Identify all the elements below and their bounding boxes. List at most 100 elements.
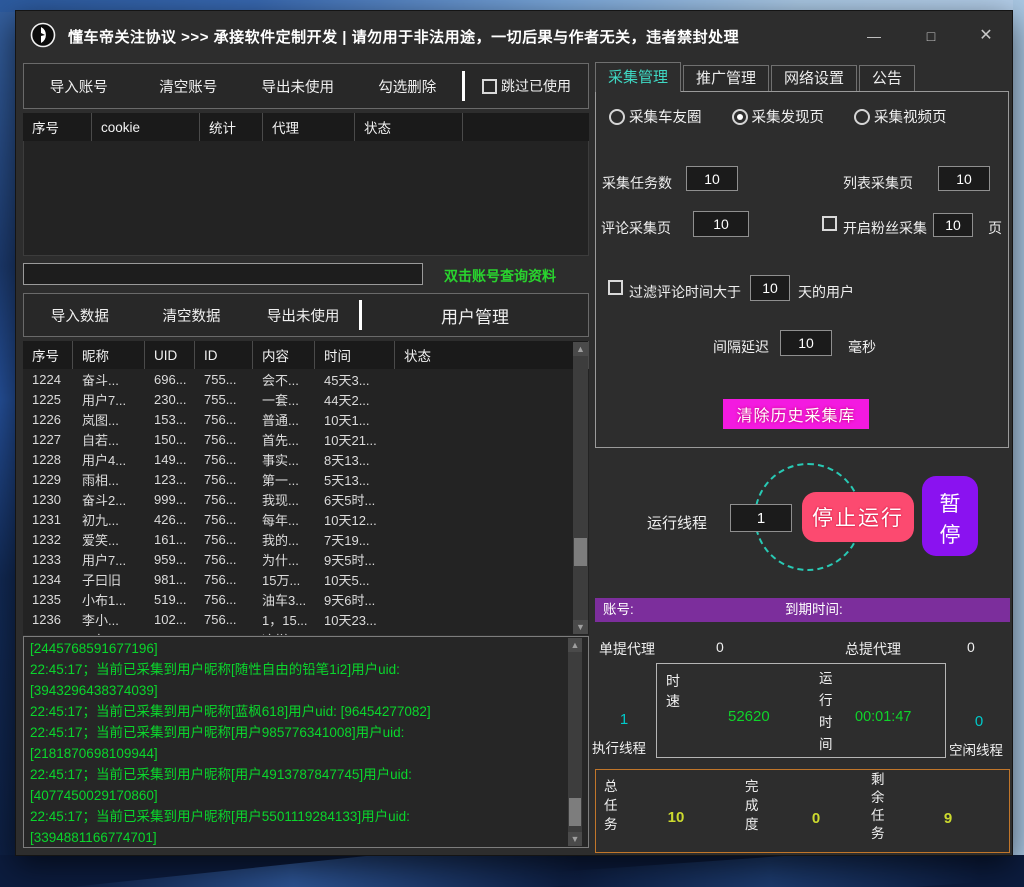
table-cell: 岚图...	[73, 410, 145, 429]
log-line: [3394881166774701]	[30, 827, 582, 848]
table-cell: 奋斗...	[73, 370, 145, 389]
maximize-button[interactable]: □	[918, 24, 944, 48]
delay-input[interactable]	[780, 330, 832, 356]
log-line: 22:45:17；当前已采集到用户昵称[用户5501119284133]用户ui…	[30, 806, 582, 827]
table-row[interactable]: 1227自若...150...756...首先...10天21...	[23, 429, 589, 449]
filter-time-checkbox[interactable]	[608, 280, 623, 295]
table-row[interactable]: 1228用户4...149...756...事实...8天13...	[23, 449, 589, 469]
table-row[interactable]: 1237五年614756这样10天10	[23, 629, 589, 635]
pause-button[interactable]: 暂停	[922, 476, 978, 556]
table-cell: 1227	[23, 432, 73, 447]
tab-1[interactable]: 推广管理	[683, 65, 769, 92]
close-button[interactable]: ✕	[973, 24, 999, 48]
table-row[interactable]: 1232爱笑...161...756...我的...7天19...	[23, 529, 589, 549]
table-cell: 1235	[23, 592, 73, 607]
radio-option-1[interactable]: 采集发现页	[732, 106, 825, 127]
table-row[interactable]: 1234子曰旧981...756...15万...10天5...	[23, 569, 589, 589]
table-row[interactable]: 1226岚图...153...756...普通...10天1...	[23, 409, 589, 429]
table-cell: 426...	[145, 512, 195, 527]
exec-threads-value: 1	[594, 711, 654, 728]
clear-history-button[interactable]: 清除历史采集库	[723, 399, 869, 429]
table-row[interactable]: 1224奋斗...696...755...会不...45天3...	[23, 369, 589, 389]
window-title: 懂车帝关注协议 >>> 承接软件定制开发 | 请勿用于非法用途，一切后果与作者无…	[68, 26, 739, 47]
toolbar-button-1[interactable]: 清空账号	[134, 76, 244, 97]
filter-days-input[interactable]	[750, 275, 790, 301]
table-row[interactable]: 1233用户7...959...756...为什...9天5时...	[23, 549, 589, 569]
toolbar-button-2[interactable]: 导出未使用	[243, 76, 353, 97]
run-threads-input[interactable]	[730, 504, 792, 532]
log-area: [2445768591677196]22:45:17；当前已采集到用户昵称[随性…	[23, 636, 589, 848]
skip-used-label: 跳过已使用	[501, 76, 571, 96]
radio-option-2[interactable]: 采集视频页	[854, 106, 947, 127]
radio-option-0[interactable]: 采集车友圈	[609, 106, 702, 127]
user-table-header: 序号昵称UIDID内容时间状态	[23, 341, 589, 369]
account-search-input[interactable]	[23, 263, 423, 285]
fans-collect-checkbox[interactable]	[822, 216, 837, 231]
user-management-button[interactable]: 用户管理	[362, 303, 588, 328]
table-cell: 1231	[23, 512, 73, 527]
radio-label: 采集视频页	[874, 106, 947, 127]
data-toolbar-buttons: 导入数据清空数据导出未使用	[24, 294, 359, 336]
scroll-down-icon[interactable]: ▼	[573, 620, 588, 634]
wallpaper-bottom	[0, 855, 1024, 887]
license-expire-label: 到期时间:	[785, 598, 843, 622]
comment-pages-input[interactable]	[693, 211, 749, 237]
toolbar-button-3[interactable]: 勾选删除	[353, 76, 463, 97]
table-row[interactable]: 1236李小...102...756...1，15...10天23...	[23, 609, 589, 629]
toolbar-button-0[interactable]: 导入数据	[24, 305, 136, 326]
table-row[interactable]: 1225用户7...230...755...一套...44天2...	[23, 389, 589, 409]
table-cell: 用户4...	[73, 450, 145, 469]
table-cell: 756...	[195, 492, 253, 507]
table-cell: 9天6时...	[315, 590, 395, 609]
fans-pages-input[interactable]	[933, 213, 973, 237]
tab-3[interactable]: 公告	[859, 65, 915, 92]
table-cell: 7天19...	[315, 530, 395, 549]
speed-value: 52620	[728, 708, 770, 725]
scrollbar-thumb[interactable]	[574, 538, 587, 566]
table-cell: 8天13...	[315, 450, 395, 469]
log-scrollbar-thumb[interactable]	[569, 798, 581, 826]
toolbar-button-0[interactable]: 导入账号	[24, 76, 134, 97]
toolbar-button-1[interactable]: 清空数据	[136, 305, 248, 326]
user-table-scrollbar[interactable]: ▲ ▼	[573, 342, 588, 634]
user-table-body: 1224奋斗...696...755...会不...45天3...1225用户7…	[23, 369, 589, 635]
table-row[interactable]: 1231初九...426...756...每年...10天12...	[23, 509, 589, 529]
skip-used-checkbox[interactable]	[482, 79, 497, 94]
table-cell: 我的...	[253, 530, 315, 549]
table-cell: 普通...	[253, 410, 315, 429]
log-scroll-down-icon[interactable]: ▼	[568, 832, 582, 846]
task-count-input[interactable]	[686, 166, 738, 191]
column-header: 状态	[355, 113, 463, 141]
app-logo-icon	[30, 22, 56, 48]
total-tasks-label: 总任务	[604, 777, 620, 834]
table-cell: 756...	[195, 532, 253, 547]
table-cell: 1229	[23, 472, 73, 487]
column-header: 统计	[200, 113, 263, 141]
stop-run-button[interactable]: 停止运行	[802, 492, 914, 542]
table-cell: 1230	[23, 492, 73, 507]
table-cell: 爱笑...	[73, 530, 145, 549]
table-cell: 153...	[145, 412, 195, 427]
toolbar-button-2[interactable]: 导出未使用	[247, 305, 359, 326]
table-cell: 756...	[195, 572, 253, 587]
total-tasks-value: 10	[656, 809, 696, 826]
minimize-button[interactable]: —	[861, 24, 887, 48]
table-cell: 959...	[145, 552, 195, 567]
double-click-hint: 双击账号查询资料	[444, 266, 556, 286]
table-cell: 519...	[145, 592, 195, 607]
list-pages-input[interactable]	[938, 166, 990, 191]
table-cell: 1237	[23, 632, 73, 636]
table-row[interactable]: 1230奋斗2...999...756...我现...6天5时...	[23, 489, 589, 509]
log-scrollbar[interactable]: ▲ ▼	[568, 638, 582, 846]
tab-0[interactable]: 采集管理	[595, 62, 681, 92]
log-line: 22:45:17；当前已采集到用户昵称[随性自由的铅笔1i2]用户uid:	[30, 659, 582, 680]
single-proxy-label: 单提代理	[599, 639, 655, 659]
table-row[interactable]: 1229雨相...123...756...第一...5天13...	[23, 469, 589, 489]
table-row[interactable]: 1235小布1...519...756...油车3...9天6时...	[23, 589, 589, 609]
log-scroll-up-icon[interactable]: ▲	[568, 638, 582, 652]
list-pages-label: 列表采集页	[843, 173, 913, 193]
scroll-up-icon[interactable]: ▲	[573, 342, 588, 356]
table-cell: 756...	[195, 592, 253, 607]
table-cell: 1233	[23, 552, 73, 567]
tab-2[interactable]: 网络设置	[771, 65, 857, 92]
